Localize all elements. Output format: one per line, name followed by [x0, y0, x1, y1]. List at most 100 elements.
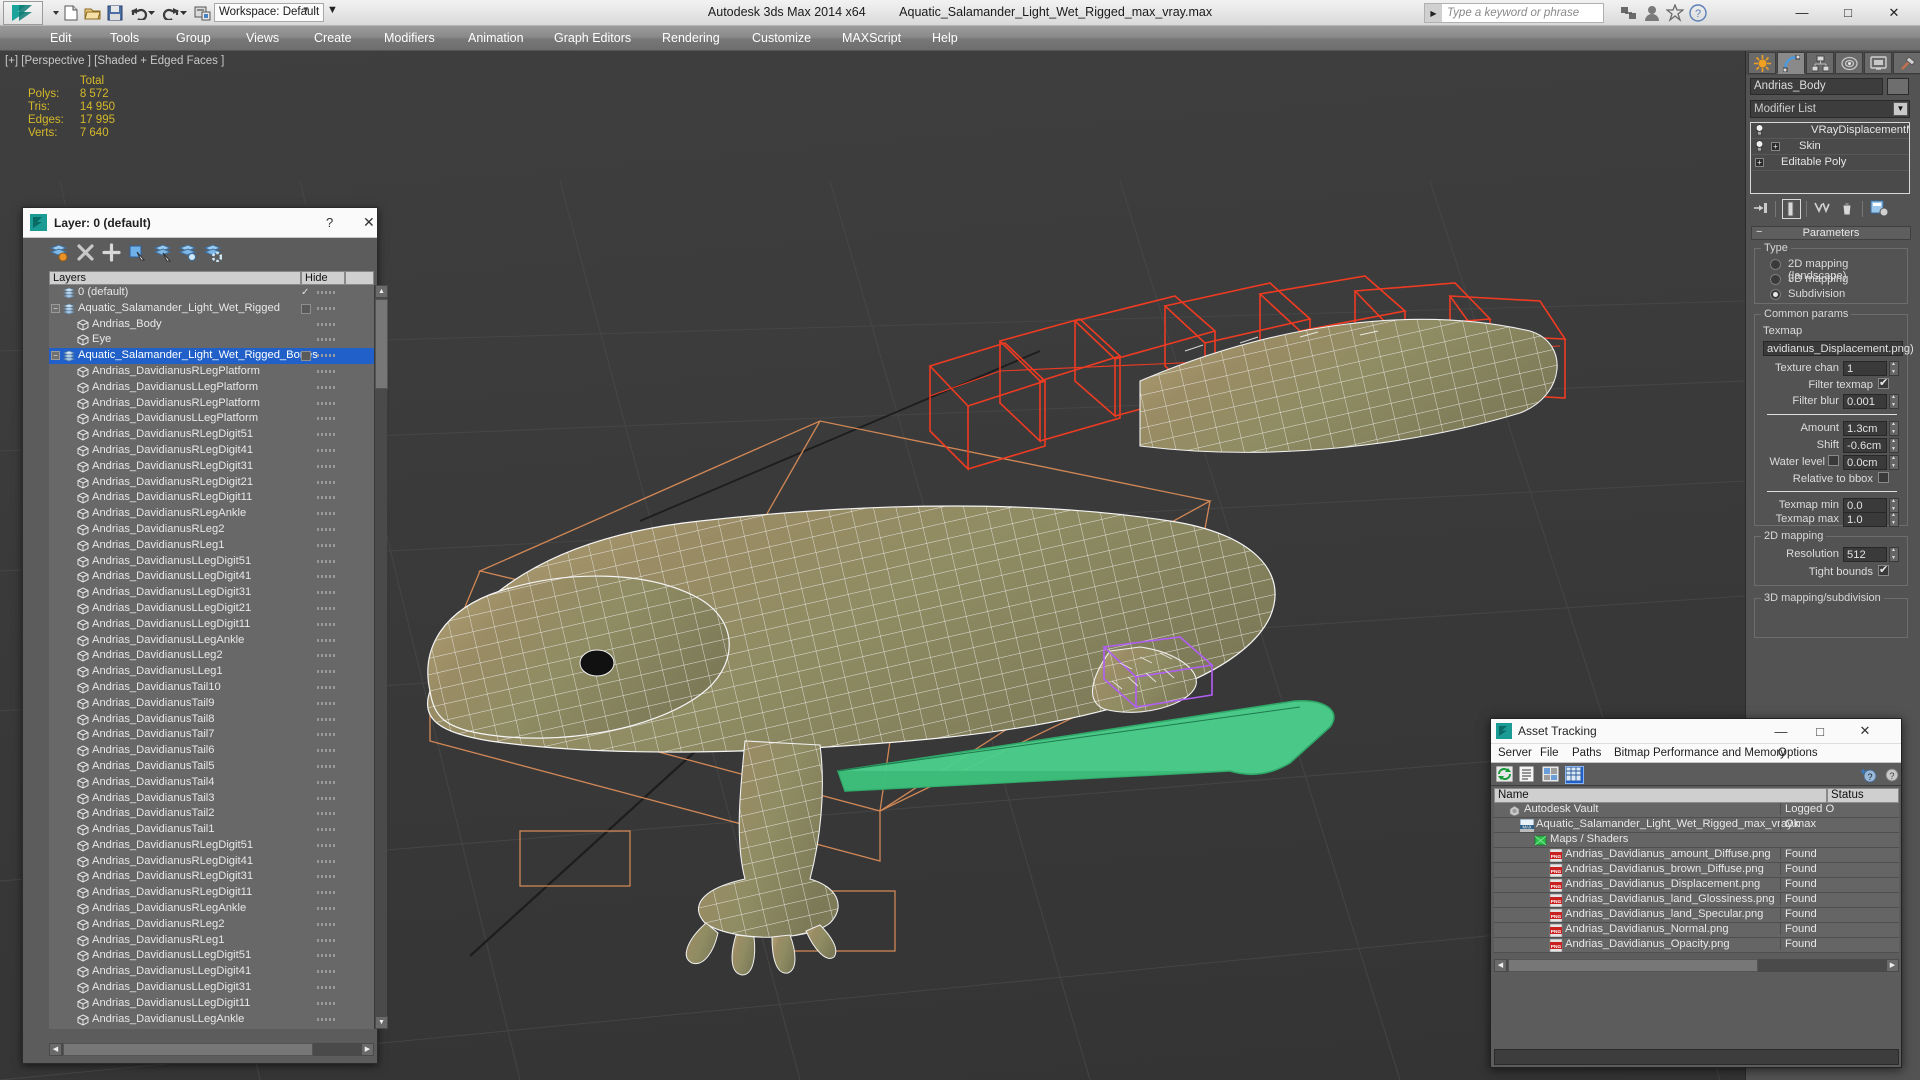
add-help-icon[interactable]: ? [1861, 766, 1880, 784]
texmap-max-spinner[interactable] [1889, 512, 1899, 527]
layer-row[interactable]: Andrias_Body [49, 317, 374, 333]
filter-blur-spinner[interactable] [1889, 394, 1899, 409]
exchange-icon[interactable] [1666, 4, 1684, 22]
layer-row[interactable]: Andrias_DavidianusRLegDigit51 [49, 427, 374, 443]
layer-row[interactable]: Andrias_DavidianusTail9 [49, 696, 374, 712]
layer-row[interactable]: Andrias_DavidianusRLeg1 [49, 538, 374, 554]
layer-row[interactable]: Andrias_DavidianusRLegDigit11 [49, 490, 374, 506]
menu-maxscript[interactable]: MAXScript [837, 30, 906, 46]
display-tab-icon[interactable] [1864, 52, 1892, 74]
layer-row[interactable]: Andrias_DavidianusLLegDigit21 [49, 601, 374, 617]
utilities-tab-icon[interactable] [1893, 52, 1920, 74]
layer-row[interactable]: Andrias_DavidianusRLegDigit31 [49, 459, 374, 475]
object-color-swatch[interactable] [1887, 78, 1909, 95]
scroll-thumb-horizontal[interactable] [1508, 959, 1758, 972]
layer-row[interactable]: Andrias_DavidianusRLegAnkle [49, 506, 374, 522]
texmap-min-spinner[interactable] [1889, 498, 1899, 513]
modifier-stack-row[interactable]: VRayDisplacementMod [1751, 123, 1909, 139]
help-icon[interactable]: ? [1883, 766, 1902, 784]
layer-dialog-help-button[interactable]: ? [326, 215, 333, 230]
resolution-value[interactable]: 512 [1843, 547, 1887, 562]
modify-tab-icon[interactable] [1777, 52, 1805, 74]
asset-row[interactable]: PNG Andrias_Davidianus_brown_Diffuse.png F… [1494, 863, 1899, 878]
asset-column-name[interactable]: Name [1494, 788, 1827, 803]
layer-row[interactable]: Andrias_DavidianusTail7 [49, 727, 374, 743]
menu-modifiers[interactable]: Modifiers [379, 30, 440, 46]
asset-row[interactable]: PNG Andrias_Davidianus_land_Glossiness.pn… [1494, 893, 1899, 908]
signin-icon[interactable] [1643, 4, 1661, 22]
asset-close-button[interactable]: ✕ [1848, 719, 1882, 743]
layer-row[interactable]: Andrias_DavidianusRLegDigit41 [49, 854, 374, 870]
motion-tab-icon[interactable] [1835, 52, 1863, 74]
tight-bounds-checkbox[interactable] [1878, 563, 1889, 576]
list-view-icon[interactable] [1518, 765, 1538, 784]
scroll-right-icon[interactable]: ▶ [361, 1043, 374, 1056]
pin-stack-icon[interactable] [1752, 199, 1771, 219]
layer-row[interactable]: Andrias_DavidianusLLegDigit31 [49, 980, 374, 996]
search-input[interactable]: ▶ Type a keyword or phrase [1424, 3, 1604, 23]
texmap-value[interactable]: avidianus_Displacement.png) [1763, 341, 1914, 356]
water-level-spinner[interactable] [1889, 455, 1899, 470]
delete-layer-icon[interactable] [76, 243, 96, 263]
asset-row[interactable]: MAX Aquatic_Salamander_Light_Wet_Rigged_m… [1494, 818, 1899, 833]
menu-create[interactable]: Create [309, 30, 357, 46]
layer-column-name[interactable]: Layers [49, 271, 301, 285]
amount-spinner[interactable] [1889, 421, 1899, 436]
layer-row[interactable]: 0 (default) ✓ [49, 285, 374, 301]
shift-value[interactable]: -0.6cm [1843, 438, 1887, 453]
modifier-enable-bulb-icon[interactable] [1754, 140, 1766, 153]
layer-properties-icon[interactable] [203, 243, 223, 263]
layer-row[interactable]: Andrias_DavidianusRLegAnkle [49, 901, 374, 917]
asset-horizontal-scrollbar[interactable]: ◀ ▶ [1494, 959, 1899, 972]
layer-row[interactable]: Andrias_DavidianusLLegAnkle [49, 1012, 374, 1028]
menu-edit[interactable]: Edit [45, 30, 77, 46]
layer-row[interactable]: Andrias_DavidianusRLeg1 [49, 933, 374, 949]
layer-list-horizontal-scrollbar[interactable]: ◀ ▶ [49, 1043, 374, 1056]
asset-row[interactable]: PNG Andrias_Davidianus_amount_Diffuse.png… [1494, 848, 1899, 863]
asset-row[interactable]: PNG Andrias_Davidianus_land_Specular.png F… [1494, 908, 1899, 923]
select-objects-in-layer-icon[interactable] [128, 243, 148, 263]
layer-row[interactable]: Andrias_DavidianusTail8 [49, 712, 374, 728]
thumbnail-view-icon[interactable] [1541, 765, 1561, 784]
parameters-rollout-header[interactable]: − Parameters [1751, 226, 1911, 240]
asset-row[interactable]: Maps / Shaders [1494, 833, 1899, 848]
layer-row[interactable]: Andrias_DavidianusLLeg1 [49, 664, 374, 680]
menu-graph-editors[interactable]: Graph Editors [549, 30, 636, 46]
layer-row[interactable]: Andrias_DavidianusLLegDigit41 [49, 964, 374, 980]
layer-row[interactable]: Andrias_DavidianusLLegPlatform [49, 411, 374, 427]
layer-row[interactable]: Andrias_DavidianusLLegDigit11 [49, 996, 374, 1012]
parameters-rollout[interactable]: − Parameters Type 2D mapping (landscape)… [1748, 226, 1916, 706]
layer-row[interactable]: Andrias_DavidianusLLegPlatform [49, 380, 374, 396]
menu-group[interactable]: Group [171, 30, 216, 46]
layer-row[interactable]: Andrias_DavidianusTail2 [49, 806, 374, 822]
scroll-left-icon[interactable]: ◀ [1494, 959, 1507, 972]
asset-tracking-window[interactable]: Asset Tracking — □ ✕ Server File Paths Bitm… [1490, 718, 1902, 1068]
asset-table-rows[interactable]: Autodesk Vault Logged O MAX Aquatic_Salaman… [1494, 803, 1899, 956]
layer-row[interactable]: Andrias_DavidianusRLegPlatform [49, 396, 374, 412]
asset-row[interactable]: Autodesk Vault Logged O [1494, 803, 1899, 818]
create-new-layer-icon[interactable] [49, 243, 69, 263]
search-dropdown-icon[interactable]: ▶ [1425, 4, 1442, 22]
layer-row[interactable]: Andrias_DavidianusLLegDigit51 [49, 554, 374, 570]
layer-row[interactable]: Andrias_DavidianusTail1 [49, 822, 374, 838]
layer-row[interactable]: Andrias_DavidianusRLegDigit51 [49, 838, 374, 854]
layer-row[interactable]: Andrias_DavidianusLLegDigit41 [49, 569, 374, 585]
layer-explorer-dialog[interactable]: Layer: 0 (default) ? ✕ Layers Hide 0 (de… [22, 207, 388, 1064]
asset-column-status[interactable]: Status [1827, 788, 1899, 803]
menu-customize[interactable]: Customize [747, 30, 816, 46]
modifier-stack[interactable]: VRayDisplacementMod+Skin+Editable Poly [1750, 122, 1910, 194]
asset-row[interactable]: PNG Andrias_Davidianus_Opacity.png Found [1494, 938, 1899, 953]
layer-row[interactable]: Andrias_DavidianusLLeg2 [49, 1027, 374, 1029]
layer-row[interactable]: Andrias_DavidianusLLeg2 [49, 648, 374, 664]
scroll-thumb-horizontal[interactable] [63, 1043, 313, 1056]
menu-help[interactable]: Help [927, 30, 963, 46]
scroll-thumb[interactable] [375, 299, 388, 389]
layer-row[interactable]: Andrias_DavidianusTail3 [49, 791, 374, 807]
layer-hide-check-icon[interactable]: ✓ [301, 288, 311, 298]
scroll-down-icon[interactable]: ▼ [375, 1016, 388, 1029]
layer-row[interactable]: Andrias_DavidianusRLeg2 [49, 522, 374, 538]
layer-row[interactable]: Andrias_DavidianusTail4 [49, 775, 374, 791]
layer-row[interactable]: Andrias_DavidianusRLegDigit21 [49, 475, 374, 491]
object-name-field[interactable]: Andrias_Body [1750, 78, 1883, 95]
layer-list-vertical-scrollbar[interactable]: ▲ ▼ [374, 285, 388, 1029]
